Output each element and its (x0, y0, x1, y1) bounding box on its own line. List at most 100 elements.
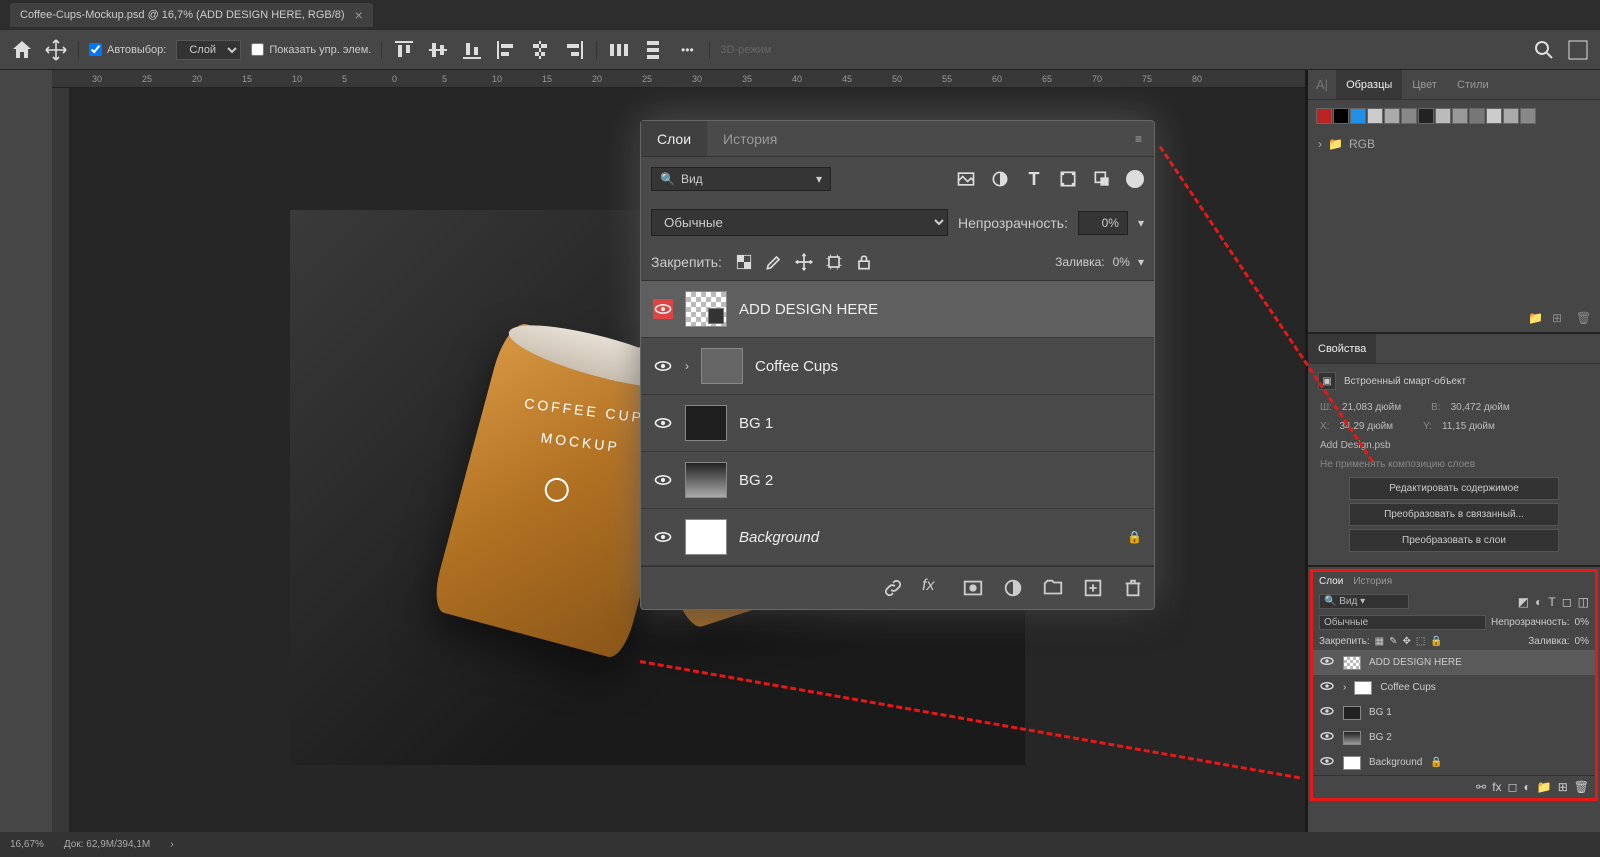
layer-thumbnail[interactable] (1343, 731, 1361, 745)
swatch-folder-rgb[interactable]: ›📁 RGB (1308, 132, 1600, 156)
tab-styles[interactable]: Стили (1447, 70, 1499, 99)
layer-row[interactable]: BG 1 (1313, 700, 1595, 725)
link-layers-icon[interactable]: ⚯ (1476, 780, 1486, 794)
lock-transparent-icon[interactable]: ▦ (1375, 636, 1384, 647)
layer-row[interactable]: BG 1 (641, 395, 1154, 452)
layer-thumbnail[interactable] (1343, 756, 1361, 770)
filter-adjust-icon[interactable] (990, 169, 1010, 189)
filter-type-icon[interactable]: T (1548, 595, 1555, 609)
lock-paint-icon[interactable]: ✎ (1389, 636, 1397, 647)
swatch[interactable] (1452, 108, 1468, 124)
show-controls-checkbox[interactable]: Показать упр. элем. (251, 43, 371, 56)
height-value[interactable]: 30,472 дюйм (1451, 402, 1510, 413)
character-panel-icon[interactable]: A| (1308, 77, 1336, 92)
swatch[interactable] (1367, 108, 1383, 124)
layer-row[interactable]: ADD DESIGN HERE (641, 281, 1154, 338)
visibility-toggle[interactable] (1319, 678, 1335, 697)
layer-thumbnail[interactable] (1343, 706, 1361, 720)
delete-layer-icon[interactable]: 🗑 (1574, 780, 1589, 794)
layer-fx-icon[interactable]: fx (922, 577, 944, 599)
fill-big[interactable]: 0% (1113, 255, 1130, 269)
layer-row[interactable]: ›Coffee Cups (1313, 675, 1595, 700)
layer-mask-icon[interactable]: ◻ (1508, 780, 1518, 794)
delete-layer-icon[interactable] (1122, 577, 1144, 599)
filter-pixel-icon[interactable]: ◩ (1518, 595, 1529, 609)
layer-thumbnail[interactable] (1343, 656, 1361, 670)
more-icon[interactable]: ••• (675, 38, 699, 62)
search-icon[interactable] (1532, 38, 1556, 62)
group-icon[interactable] (1042, 577, 1064, 599)
group-icon[interactable]: 📁 (1537, 780, 1552, 794)
swatch[interactable] (1418, 108, 1434, 124)
swatch[interactable] (1435, 108, 1451, 124)
new-layer-icon[interactable]: ⊞ (1558, 780, 1568, 794)
filter-smart-icon[interactable] (1092, 169, 1112, 189)
layer-thumbnail[interactable] (685, 405, 727, 441)
align-hcenter-icon[interactable] (528, 38, 552, 62)
visibility-toggle[interactable] (653, 356, 673, 376)
lock-artboard-icon[interactable] (824, 252, 844, 272)
y-value[interactable]: 11,15 дюйм (1442, 421, 1495, 432)
x-value[interactable]: 34,29 дюйм (1339, 421, 1393, 432)
new-swatch-icon[interactable]: ⊞ (1552, 311, 1568, 327)
edit-content-button[interactable]: Редактировать содержимое (1349, 477, 1559, 500)
tab-properties[interactable]: Свойства (1308, 334, 1376, 363)
tab-layers-big[interactable]: Слои (641, 121, 707, 156)
fill-dropdown-icon[interactable]: ▾ (1138, 255, 1144, 269)
layer-row[interactable]: Background🔒 (641, 509, 1154, 566)
lock-artboard-icon[interactable]: ⬚ (1416, 636, 1425, 647)
visibility-toggle[interactable] (653, 413, 673, 433)
swatch[interactable] (1469, 108, 1485, 124)
lock-move-icon[interactable]: ✥ (1403, 636, 1411, 647)
lock-all-icon[interactable] (854, 252, 874, 272)
layer-thumbnail[interactable] (701, 348, 743, 384)
trash-icon[interactable]: 🗑 (1576, 311, 1592, 327)
blend-mode-big[interactable]: Обычные (651, 209, 948, 236)
new-folder-icon[interactable]: 📁 (1528, 311, 1544, 327)
swatch[interactable] (1350, 108, 1366, 124)
lock-all-icon[interactable]: 🔒 (1430, 636, 1442, 647)
distribute-v-icon[interactable] (641, 38, 665, 62)
convert-linked-button[interactable]: Преобразовать в связанный... (1349, 503, 1559, 526)
new-layer-icon[interactable] (1082, 577, 1104, 599)
swatch[interactable] (1503, 108, 1519, 124)
layer-filter-big[interactable]: 🔍 Вид▾ (651, 167, 831, 191)
blend-mode-small[interactable]: Обычные (1319, 615, 1486, 630)
layer-row[interactable]: BG 2 (1313, 725, 1595, 750)
expand-icon[interactable]: › (685, 359, 689, 373)
filter-type-icon[interactable]: T (1024, 169, 1044, 189)
layer-row[interactable]: BG 2 (641, 452, 1154, 509)
document-tab[interactable]: Coffee-Cups-Mockup.psd @ 16,7% (ADD DESI… (10, 3, 373, 27)
swatch[interactable] (1333, 108, 1349, 124)
layer-row[interactable]: ADD DESIGN HERE (1313, 650, 1595, 675)
lock-move-icon[interactable] (794, 252, 814, 272)
filter-smart-icon[interactable]: ◫ (1578, 595, 1589, 609)
filter-shape-icon[interactable] (1058, 169, 1078, 189)
visibility-toggle[interactable] (1319, 753, 1335, 772)
align-bottom-icon[interactable] (460, 38, 484, 62)
tab-history-small[interactable]: История (1353, 576, 1392, 587)
swatch[interactable] (1520, 108, 1536, 124)
adjustment-icon[interactable] (1002, 577, 1024, 599)
layer-row[interactable]: Background🔒 (1313, 750, 1595, 775)
visibility-toggle[interactable] (653, 299, 673, 319)
distribute-h-icon[interactable] (607, 38, 631, 62)
align-top-icon[interactable] (392, 38, 416, 62)
layer-filter-small[interactable]: 🔍 Вид ▾ (1319, 594, 1409, 609)
move-tool-icon[interactable] (44, 38, 68, 62)
lock-paint-icon[interactable] (764, 252, 784, 272)
tab-layers-small[interactable]: Слои (1319, 576, 1343, 587)
document-info[interactable]: Док: 62,9M/394,1M (64, 839, 150, 850)
align-right-icon[interactable] (562, 38, 586, 62)
auto-select-target[interactable]: Слой (176, 40, 241, 60)
opacity-small[interactable]: 0% (1575, 617, 1589, 628)
panel-menu-icon[interactable]: ≡ (1123, 132, 1154, 146)
swatch[interactable] (1384, 108, 1400, 124)
filter-toggle[interactable] (1126, 170, 1144, 188)
adjustment-icon[interactable]: ◐ (1524, 780, 1531, 794)
filter-shape-icon[interactable]: ◻ (1562, 595, 1572, 609)
layer-thumbnail[interactable] (685, 519, 727, 555)
filter-adjust-icon[interactable]: ◐ (1535, 595, 1542, 609)
fill-small[interactable]: 0% (1575, 636, 1589, 647)
home-icon[interactable] (10, 38, 34, 62)
